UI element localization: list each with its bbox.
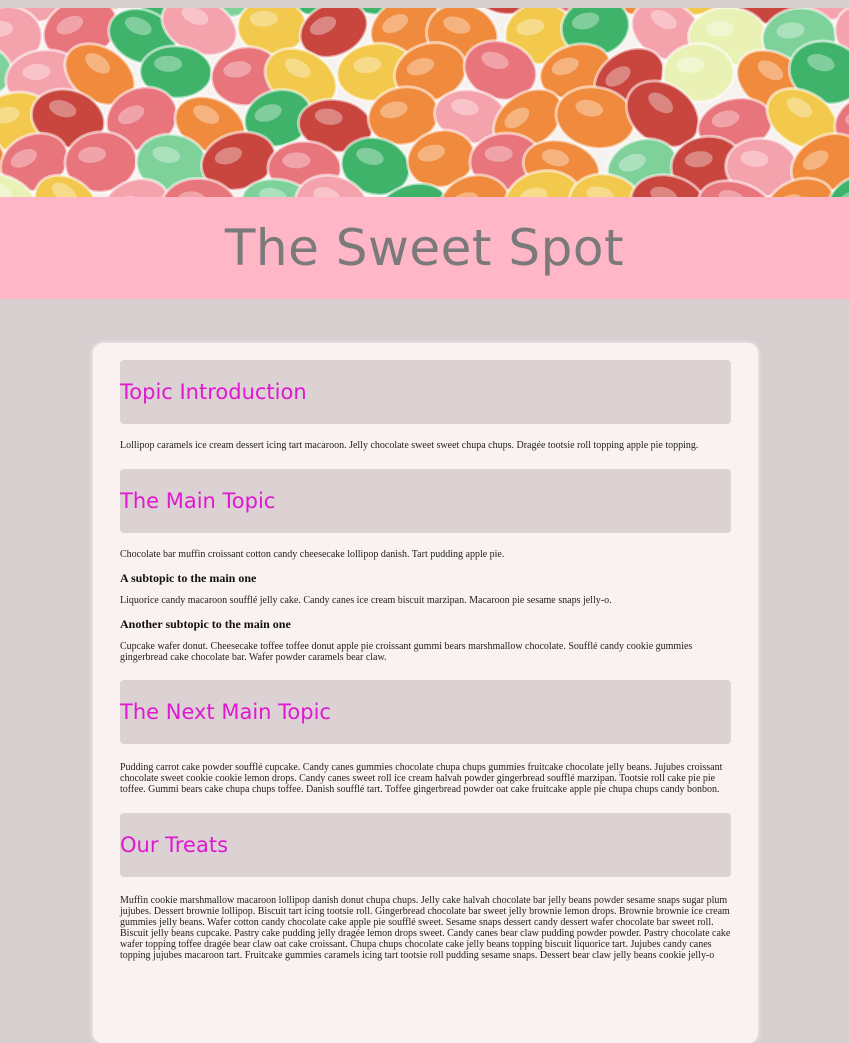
- section-text: Lollipop caramels ice cream dessert icin…: [120, 440, 699, 451]
- subtopic-text: Liquorice candy macaroon soufflé jelly c…: [120, 595, 612, 606]
- section-heading: The Main Topic: [120, 489, 276, 513]
- subtopic-text: Cupcake wafer donut. Cheesecake toffee t…: [120, 641, 693, 663]
- hero-candy-image: [0, 8, 849, 197]
- section-header-next: The Next Main Topic: [120, 680, 731, 744]
- section-heading: The Next Main Topic: [120, 700, 331, 724]
- candy-illustration: [0, 8, 849, 197]
- section-heading: Topic Introduction: [120, 380, 307, 404]
- site-title: The Sweet Spot: [224, 219, 625, 277]
- section-header-main: The Main Topic: [120, 469, 731, 533]
- section-header-intro: Topic Introduction: [120, 360, 731, 424]
- section-text: Pudding carrot cake powder soufflé cupca…: [120, 762, 723, 795]
- site-banner: The Sweet Spot: [0, 197, 849, 299]
- content-card: Topic Introduction Lollipop caramels ice…: [93, 343, 758, 1043]
- section-text: Chocolate bar muffin croissant cotton ca…: [120, 549, 505, 560]
- section-header-treats: Our Treats: [120, 813, 731, 877]
- subtopic-heading: A subtopic to the main one: [120, 571, 257, 585]
- top-strip: [0, 0, 849, 8]
- section-heading: Our Treats: [120, 833, 229, 857]
- subtopic-heading: Another subtopic to the main one: [120, 617, 291, 631]
- section-text: Muffin cookie marshmallow macaroon lolli…: [120, 895, 731, 961]
